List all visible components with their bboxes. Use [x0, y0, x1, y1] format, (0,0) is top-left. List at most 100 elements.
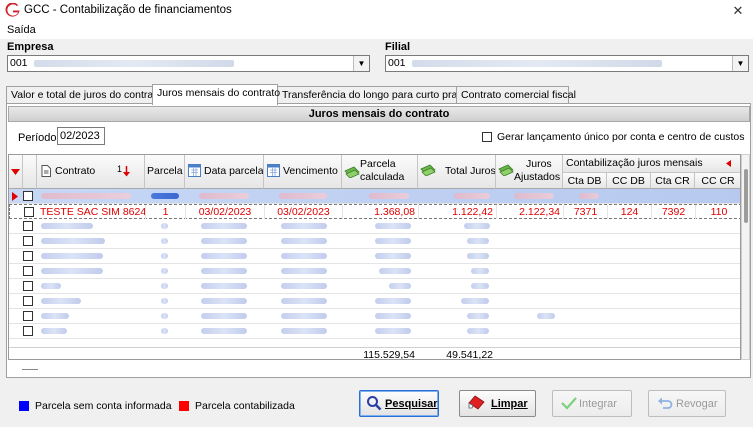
redacted-value: [161, 238, 168, 244]
revogar-button[interactable]: Revogar: [648, 390, 726, 417]
empresa-name-redacted: [34, 60, 234, 67]
sort-order-marker: 1: [117, 164, 123, 174]
cell-parcela-calculada: 1.368,08: [343, 205, 419, 219]
integrar-button[interactable]: Integrar: [552, 390, 632, 417]
gerar-lancamento-checkbox[interactable]: [482, 132, 492, 142]
integrar-label: Integrar: [579, 398, 617, 410]
cell-juros-ajustados: 2.122,34: [497, 205, 564, 219]
chevron-down-icon[interactable]: ▼: [732, 56, 748, 71]
redacted-value: [201, 328, 247, 334]
chevron-down-icon[interactable]: ▼: [353, 56, 369, 71]
row-checkbox[interactable]: [24, 207, 34, 217]
calendar-icon: [267, 164, 280, 177]
scrollbar-thumb[interactable]: [744, 169, 748, 223]
row-checkbox[interactable]: [23, 296, 33, 306]
vertical-scrollbar[interactable]: [741, 154, 750, 360]
limpar-button[interactable]: Limpar: [459, 390, 536, 417]
table-row[interactable]: [9, 309, 740, 324]
header-cc-cr[interactable]: CC CR: [695, 172, 740, 189]
calendar-icon: [188, 164, 201, 177]
undo-icon: [658, 397, 673, 409]
table-row[interactable]: [9, 294, 740, 309]
header-parcela-calculada[interactable]: Parcela calculada: [342, 155, 418, 189]
table-row[interactable]: [9, 279, 740, 294]
money-icon: [344, 166, 360, 178]
tab-valor-total-juros[interactable]: Valor e total de juros do contrato: [6, 86, 162, 104]
table-row[interactable]: [9, 234, 740, 249]
redacted-value: [41, 268, 103, 274]
empresa-value: 001: [10, 57, 28, 69]
tab-transferencia[interactable]: Transferência do longo para curto prazo: [277, 86, 468, 104]
divider: [22, 369, 38, 370]
section-title: Juros mensais do contrato: [8, 106, 750, 122]
redacted-value: [467, 253, 489, 259]
header-cta-cr[interactable]: Cta CR: [651, 172, 695, 189]
table-row[interactable]: [9, 189, 740, 204]
redacted-value: [41, 238, 105, 244]
header-data-parcela[interactable]: Data parcela: [185, 155, 264, 189]
total-total-juros: 49.541,22: [446, 349, 493, 360]
cell-contrato: TESTE SAC SIM 86242: [40, 205, 146, 219]
redacted-value: [281, 223, 327, 229]
tab-contrato-comercial[interactable]: Contrato comercial fiscal: [456, 86, 576, 104]
header-filter-cell[interactable]: [9, 155, 23, 189]
row-checkbox[interactable]: [23, 251, 33, 261]
header-parcela-label: Parcela: [147, 165, 183, 177]
pesquisar-button[interactable]: Pesquisar: [359, 390, 439, 417]
row-checkbox[interactable]: [23, 326, 33, 336]
header-cta-db[interactable]: Cta DB: [563, 172, 607, 189]
eraser-icon: [468, 395, 485, 410]
tab-juros-mensais[interactable]: Juros mensais do contrato: [152, 84, 280, 105]
redacted-value: [375, 313, 411, 319]
row-checkbox[interactable]: [23, 311, 33, 321]
cell-cc-cr: 110: [696, 205, 740, 219]
header-juros-ajustados-label-1: Juros: [526, 158, 552, 170]
table-row[interactable]: TESTE SAC SIM 86242 1 03/02/2023 03/02/2…: [9, 204, 740, 219]
cell-vencimento: 03/02/2023: [265, 205, 343, 219]
row-checkbox[interactable]: [23, 221, 33, 231]
row-checkbox[interactable]: [23, 236, 33, 246]
redacted-value: [454, 193, 490, 199]
header-juros-ajustados[interactable]: Juros Ajustados: [496, 155, 563, 189]
redacted-value: [41, 298, 81, 304]
redacted-value: [467, 328, 489, 334]
cell-total-juros: 1.122,42: [419, 205, 497, 219]
title-bar: GCC - Contabilização de financiamentos ✕: [0, 0, 753, 22]
periodo-input[interactable]: [57, 127, 105, 145]
table-row[interactable]: [9, 324, 740, 339]
table-row[interactable]: [9, 249, 740, 264]
window-title: GCC - Contabilização de financiamentos: [24, 4, 232, 16]
redacted-value: [201, 268, 247, 274]
table-row[interactable]: [9, 219, 740, 234]
header-vencimento[interactable]: Vencimento: [264, 155, 342, 189]
table-row[interactable]: [9, 264, 740, 279]
header-juros-ajustados-label-2: Ajustados: [514, 171, 561, 183]
redacted-value: [537, 313, 555, 319]
empresa-select[interactable]: 001 ▼: [7, 55, 370, 72]
redacted-value: [389, 283, 411, 289]
redacted-value: [579, 193, 599, 199]
juros-grid[interactable]: Contrato 1 Parcela Data parcela Vencimen…: [8, 154, 741, 360]
menu-saida[interactable]: Saída: [7, 24, 36, 36]
money-icon: [420, 164, 436, 176]
collapse-arrow-icon[interactable]: [726, 160, 731, 167]
document-icon: [41, 165, 51, 177]
close-button[interactable]: ✕: [723, 0, 753, 22]
header-parcela[interactable]: Parcela: [145, 155, 185, 189]
filial-select[interactable]: 001 ▼: [385, 55, 749, 72]
gerar-lancamento-label: Gerar lançamento único por conta e centr…: [497, 131, 745, 143]
row-checkbox[interactable]: [23, 281, 33, 291]
row-checkbox[interactable]: [23, 266, 33, 276]
current-row-arrow-icon: [12, 192, 18, 201]
redacted-value: [467, 313, 489, 319]
cell-cta-db: 7371: [564, 205, 608, 219]
row-checkbox[interactable]: [23, 191, 33, 201]
redacted-value: [281, 328, 327, 334]
pesquisar-label: Pesquisar: [385, 398, 438, 410]
redacted-value: [281, 298, 327, 304]
redacted-value: [161, 223, 168, 229]
header-cc-db[interactable]: CC DB: [607, 172, 651, 189]
header-contrato[interactable]: Contrato 1: [37, 155, 145, 189]
menu-bar: Saída: [0, 22, 753, 39]
header-total-juros[interactable]: Total Juros: [418, 155, 496, 189]
